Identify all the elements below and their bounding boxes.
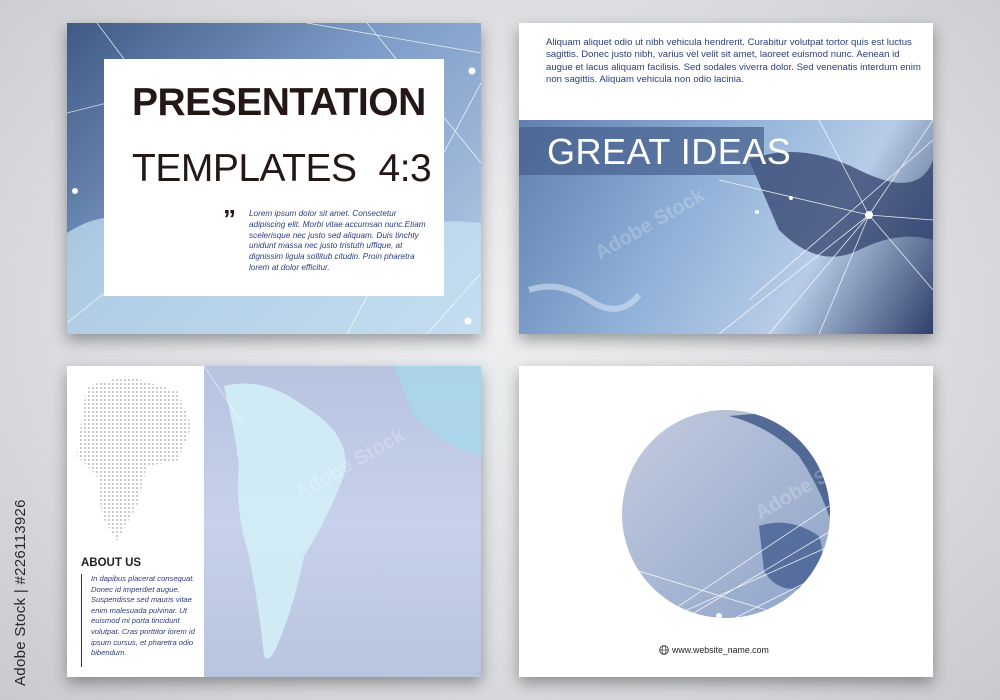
great-ideas-title: GREAT IDEAS	[547, 131, 792, 172]
slide2-body-text: Aliquam aliquet odio ut nibh vehicula he…	[546, 37, 921, 86]
globe-circle-image	[622, 410, 830, 618]
slide2-text-area: Aliquam aliquet odio ut nibh vehicula he…	[519, 23, 933, 120]
title-presentation: PRESENTATION	[132, 81, 426, 124]
about-us-heading: ABOUT US	[81, 557, 142, 569]
slide-about-us[interactable]: ABOUT US In dapibus placerat consequat. …	[67, 366, 481, 677]
south-america-image	[204, 366, 481, 677]
title-templates: TEMPLATES 4:3	[132, 147, 432, 191]
stock-id-text: Adobe Stock | #226113926	[12, 499, 29, 686]
title-card: PRESENTATION TEMPLATES 4:3 ” Lorem ipsum …	[104, 59, 444, 296]
slide-great-ideas[interactable]: Aliquam aliquet odio ut nibh vehicula he…	[519, 23, 933, 334]
slide1-body-text: Lorem ipsum dolor sit amet. Consectetur …	[249, 209, 426, 272]
slide-presentation-templates[interactable]: PRESENTATION TEMPLATES 4:3 ” Lorem ipsum …	[67, 23, 481, 334]
quote-icon: ”	[223, 204, 236, 234]
globe-icon	[659, 645, 669, 655]
south-america-map-graphic	[204, 366, 481, 659]
website-url: www.website_name.com	[672, 645, 769, 655]
about-us-body-text: In dapibus placerat consequat. Donec id …	[91, 574, 195, 658]
dotted-world-map-icon	[77, 376, 192, 541]
title-templates-text: TEMPLATES	[132, 147, 357, 190]
title-ratio: 4:3	[378, 147, 432, 190]
slide-globe[interactable]: www.website_name.com	[519, 366, 933, 677]
vertical-divider	[81, 574, 82, 667]
